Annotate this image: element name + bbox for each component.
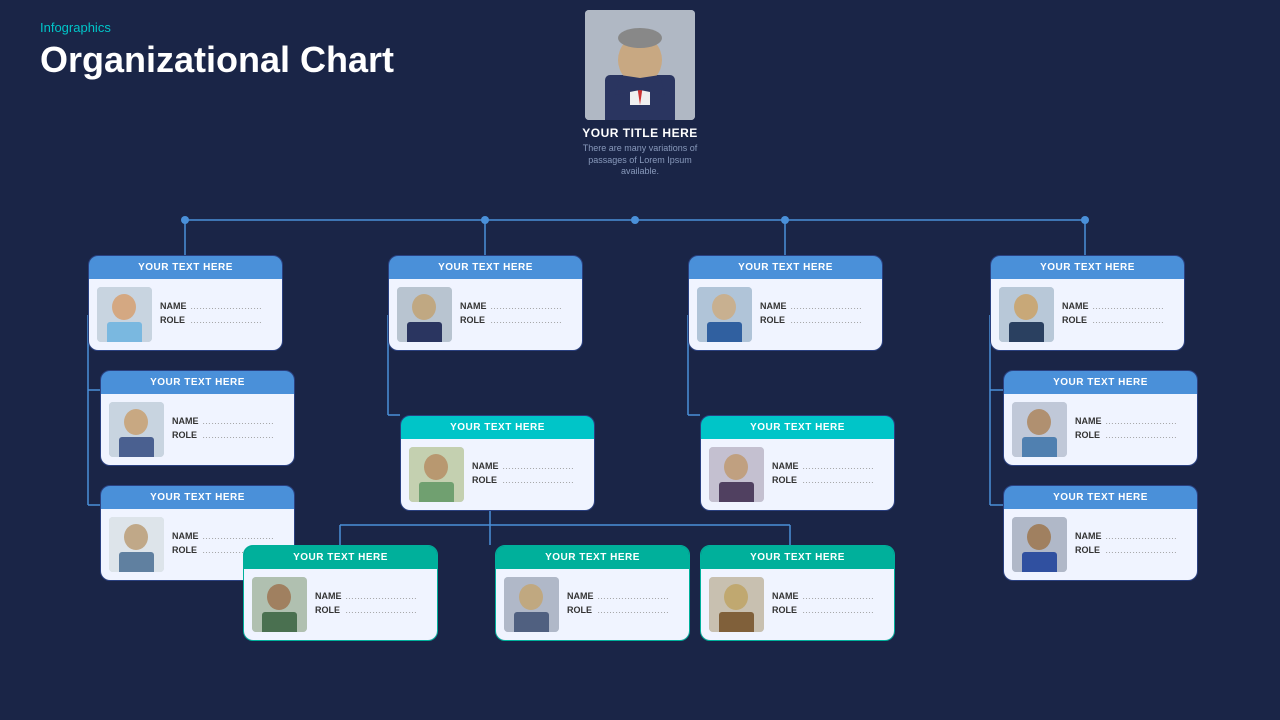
card-col4-row1-avatar: [999, 287, 1054, 342]
header-section: Infographics Organizational Chart: [40, 20, 394, 81]
card-col3-row2-avatar: [709, 447, 764, 502]
card-col2-bot1: YOUR TEXT HERE NAME …………………… ROLE …………………: [243, 545, 438, 641]
card-col2-bot1-header: YOUR TEXT HERE: [244, 546, 437, 569]
card-col1-row1-avatar: [97, 287, 152, 342]
card-col1-row2-header: YOUR TEXT HERE: [101, 371, 294, 394]
card-col4-row2-header: YOUR TEXT HERE: [1004, 371, 1197, 394]
infographics-label: Infographics: [40, 20, 394, 35]
card-col1-row2-avatar: [109, 402, 164, 457]
card-col2-bot2-header: YOUR TEXT HERE: [496, 546, 689, 569]
top-center-card: YOUR TITLE HERE There are many variation…: [570, 10, 710, 178]
top-card-title: YOUR TITLE HERE: [582, 126, 698, 140]
top-card-desc: There are many variations of passages of…: [570, 143, 710, 178]
card-col4-row1: YOUR TEXT HERE NAME …………………… ROLE …………………: [990, 255, 1185, 351]
card-col1-row2: YOUR TEXT HERE NAME …………………… ROLE …………………: [100, 370, 295, 466]
card-col2-row1: YOUR TEXT HERE NAME …………………… ROLE …………………: [388, 255, 583, 351]
org-chart: YOUR TEXT HERE NAME …………………… ROLE …………………: [0, 215, 1280, 720]
card-col3-row1-header: YOUR TEXT HERE: [689, 256, 882, 279]
card-col2-bot3: YOUR TEXT HERE NAME …………………… ROLE …………………: [700, 545, 895, 641]
card-col2-bot2-avatar: [504, 577, 559, 632]
card-col3-row2: YOUR TEXT HERE NAME …………………… ROLE …………………: [700, 415, 895, 511]
card-col4-row3: YOUR TEXT HERE NAME …………………… ROLE …………………: [1003, 485, 1198, 581]
card-col4-row3-avatar: [1012, 517, 1067, 572]
card-col1-row1: YOUR TEXT HERE NAME …………………… ROLE …………………: [88, 255, 283, 351]
card-col1-row1-body: NAME …………………… ROLE ……………………: [89, 279, 282, 350]
card-col3-row1-avatar: [697, 287, 752, 342]
card-col2-bot3-header: YOUR TEXT HERE: [701, 546, 894, 569]
card-col4-row2-avatar: [1012, 402, 1067, 457]
card-col4-row2: YOUR TEXT HERE NAME …………………… ROLE …………………: [1003, 370, 1198, 466]
card-col1-row1-info: NAME …………………… ROLE ……………………: [160, 301, 274, 329]
card-col4-row1-header: YOUR TEXT HERE: [991, 256, 1184, 279]
card-col1-row1-header: YOUR TEXT HERE: [89, 256, 282, 279]
main-title: Organizational Chart: [40, 39, 394, 81]
card-col2-row2-header: YOUR TEXT HERE: [401, 416, 594, 439]
card-col1-row3-header: YOUR TEXT HERE: [101, 486, 294, 509]
card-col4-row3-header: YOUR TEXT HERE: [1004, 486, 1197, 509]
card-col1-row3-avatar: [109, 517, 164, 572]
card-col2-bot2: YOUR TEXT HERE NAME …………………… ROLE …………………: [495, 545, 690, 641]
card-col3-row1: YOUR TEXT HERE NAME …………………… ROLE …………………: [688, 255, 883, 351]
card-col2-bot3-avatar: [709, 577, 764, 632]
card-col3-row2-header: YOUR TEXT HERE: [701, 416, 894, 439]
top-card-photo: [585, 10, 695, 120]
card-col2-row2: YOUR TEXT HERE NAME …………………… ROLE …………………: [400, 415, 595, 511]
card-col2-bot1-avatar: [252, 577, 307, 632]
card-col2-row1-avatar: [397, 287, 452, 342]
card-col2-row1-header: YOUR TEXT HERE: [389, 256, 582, 279]
card-col2-row2-avatar: [409, 447, 464, 502]
